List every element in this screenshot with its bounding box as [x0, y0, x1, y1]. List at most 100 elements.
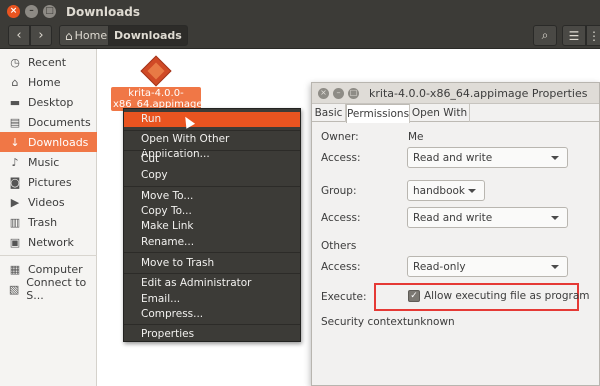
menu-separator [124, 252, 300, 253]
home-icon: ⌂ [65, 28, 73, 43]
home-icon: ⌂ [11, 75, 19, 89]
others-access-value: Read-only [413, 260, 466, 273]
tab-open-with[interactable]: Open With [410, 104, 470, 122]
search-icon: ⌕ [541, 28, 549, 42]
sidebar-item-connect-to-server[interactable]: ▧ Connect to S... [0, 276, 97, 302]
sidebar-item-trash[interactable]: ▥ Trash [0, 212, 97, 232]
list-view-icon: ☰ [568, 28, 580, 43]
dialog-maximize-button[interactable]: □ [348, 87, 359, 99]
menu-item-copy-to[interactable]: Copy To... [124, 204, 300, 219]
security-context-label: Security context: [321, 316, 411, 328]
download-icon: ↓ [10, 135, 20, 149]
menu-item-properties[interactable]: Properties [124, 327, 300, 342]
back-button[interactable]: ‹ [8, 25, 30, 46]
others-label: Others [321, 240, 357, 252]
camera-icon: ◙ [9, 175, 21, 189]
clock-icon: ◷ [10, 55, 20, 69]
group-label: Group: [321, 185, 357, 197]
group-access-value: Read and write [413, 211, 493, 224]
sidebar-item-label: Trash [28, 215, 58, 229]
close-window-button[interactable]: × [7, 5, 20, 18]
group-access-label: Access: [321, 212, 361, 224]
sidebar-item-label: Videos [28, 195, 65, 209]
tab-basic[interactable]: Basic [312, 104, 346, 122]
sidebar-item-label: Connect to S... [26, 276, 87, 302]
breadcrumb-downloads-label: Downloads [114, 29, 182, 42]
sidebar-item-network[interactable]: ▣ Network [0, 232, 97, 252]
trash-icon: ▥ [9, 215, 21, 229]
maximize-window-button[interactable]: □ [43, 5, 56, 18]
menu-item-copy[interactable]: Copy [124, 168, 300, 183]
desktop-icon: ▬ [9, 95, 21, 109]
dropdown-arrow-icon [551, 216, 559, 220]
menu-item-move-to[interactable]: Move To... [124, 189, 300, 204]
security-context-value: unknown [407, 316, 455, 328]
sidebar-item-recent[interactable]: ◷ Recent [0, 52, 97, 72]
dialog-minimize-button[interactable]: – [333, 87, 344, 99]
sidebar-item-label: Network [28, 235, 74, 249]
window-title: Downloads [66, 4, 141, 19]
video-icon: ▶ [10, 195, 20, 209]
menu-separator [124, 324, 300, 325]
execute-checkbox[interactable]: ✓ [408, 290, 420, 302]
sidebar-item-videos[interactable]: ▶ Videos [0, 192, 97, 212]
sidebar-divider [0, 255, 97, 256]
menu-item-move-to-trash[interactable]: Move to Trash [124, 256, 300, 271]
breadcrumb-home[interactable]: ⌂ Home [59, 25, 114, 46]
tab-permissions[interactable]: Permissions [346, 104, 410, 123]
sidebar-item-documents[interactable]: ▤ Documents [0, 112, 97, 132]
server-icon: ▧ [8, 282, 20, 296]
menu-item-compress[interactable]: Compress... [124, 307, 300, 322]
window-titlebar: × – □ Downloads [0, 0, 600, 23]
execute-label: Execute: [321, 291, 367, 303]
menu-icon: ⋮ [588, 28, 600, 43]
properties-dialog: × – □ krita-4.0.0-x86_64.appimage Proper… [311, 82, 600, 386]
menu-separator [124, 273, 300, 274]
menu-item-run[interactable]: Run [124, 112, 300, 127]
network-icon: ▣ [9, 235, 21, 249]
menu-item-open-with-other[interactable]: Open With Other Application... [124, 132, 300, 160]
computer-icon: ▦ [9, 262, 21, 276]
owner-access-value: Read and write [413, 151, 493, 164]
menu-item-make-link[interactable]: Make Link [124, 219, 300, 234]
menu-item-rename[interactable]: Rename... [124, 235, 300, 250]
breadcrumb-downloads[interactable]: Downloads [108, 25, 188, 46]
sidebar-item-label: Home [28, 75, 61, 89]
group-dropdown[interactable]: handbook [407, 180, 485, 201]
group-access-dropdown[interactable]: Read and write [407, 207, 568, 228]
menu-item-cut[interactable]: Cut [124, 152, 300, 167]
context-menu: Run Open With Other Application... Cut C… [123, 108, 301, 342]
sidebar-item-label: Computer [28, 262, 83, 276]
owner-value: Me [408, 131, 424, 143]
sidebar-item-downloads[interactable]: ↓ Downloads [0, 132, 97, 152]
sidebar: ◷ Recent ⌂ Home ▬ Desktop ▤ Documents ↓ … [0, 49, 97, 386]
search-button[interactable]: ⌕ [533, 25, 557, 46]
sidebar-item-pictures[interactable]: ◙ Pictures [0, 172, 97, 192]
chevron-right-icon: › [38, 28, 44, 43]
menu-item-edit-as-admin[interactable]: Edit as Administrator [124, 276, 300, 291]
sidebar-item-home[interactable]: ⌂ Home [0, 72, 97, 92]
sidebar-item-desktop[interactable]: ▬ Desktop [0, 92, 97, 112]
toolbar: ‹ › ⌂ Home Downloads ⌕ ☰ ⋮ [0, 23, 600, 49]
owner-label: Owner: [321, 131, 359, 143]
group-value: handbook [413, 184, 466, 197]
menu-separator [124, 150, 300, 151]
view-menu-button[interactable]: ⋮ [586, 25, 600, 46]
forward-button[interactable]: › [30, 25, 52, 46]
owner-access-dropdown[interactable]: Read and write [407, 147, 568, 168]
dialog-tabs: Basic Permissions Open With [312, 104, 599, 123]
dialog-title: krita-4.0.0-x86_64.appimage Properties [369, 86, 588, 100]
execute-checkbox-label[interactable]: Allow executing file as program [424, 290, 590, 302]
view-toggle-button[interactable]: ☰ [562, 25, 586, 46]
dialog-titlebar: × – □ krita-4.0.0-x86_64.appimage Proper… [312, 83, 599, 104]
others-access-dropdown[interactable]: Read-only [407, 256, 568, 277]
owner-access-label: Access: [321, 152, 361, 164]
check-icon: ✓ [410, 291, 418, 301]
dialog-close-button[interactable]: × [318, 87, 329, 99]
minimize-window-button[interactable]: – [25, 5, 38, 18]
dropdown-arrow-icon [551, 156, 559, 160]
music-icon: ♪ [11, 155, 19, 169]
menu-item-email[interactable]: Email... [124, 292, 300, 307]
menu-separator [124, 130, 300, 131]
sidebar-item-music[interactable]: ♪ Music [0, 152, 97, 172]
